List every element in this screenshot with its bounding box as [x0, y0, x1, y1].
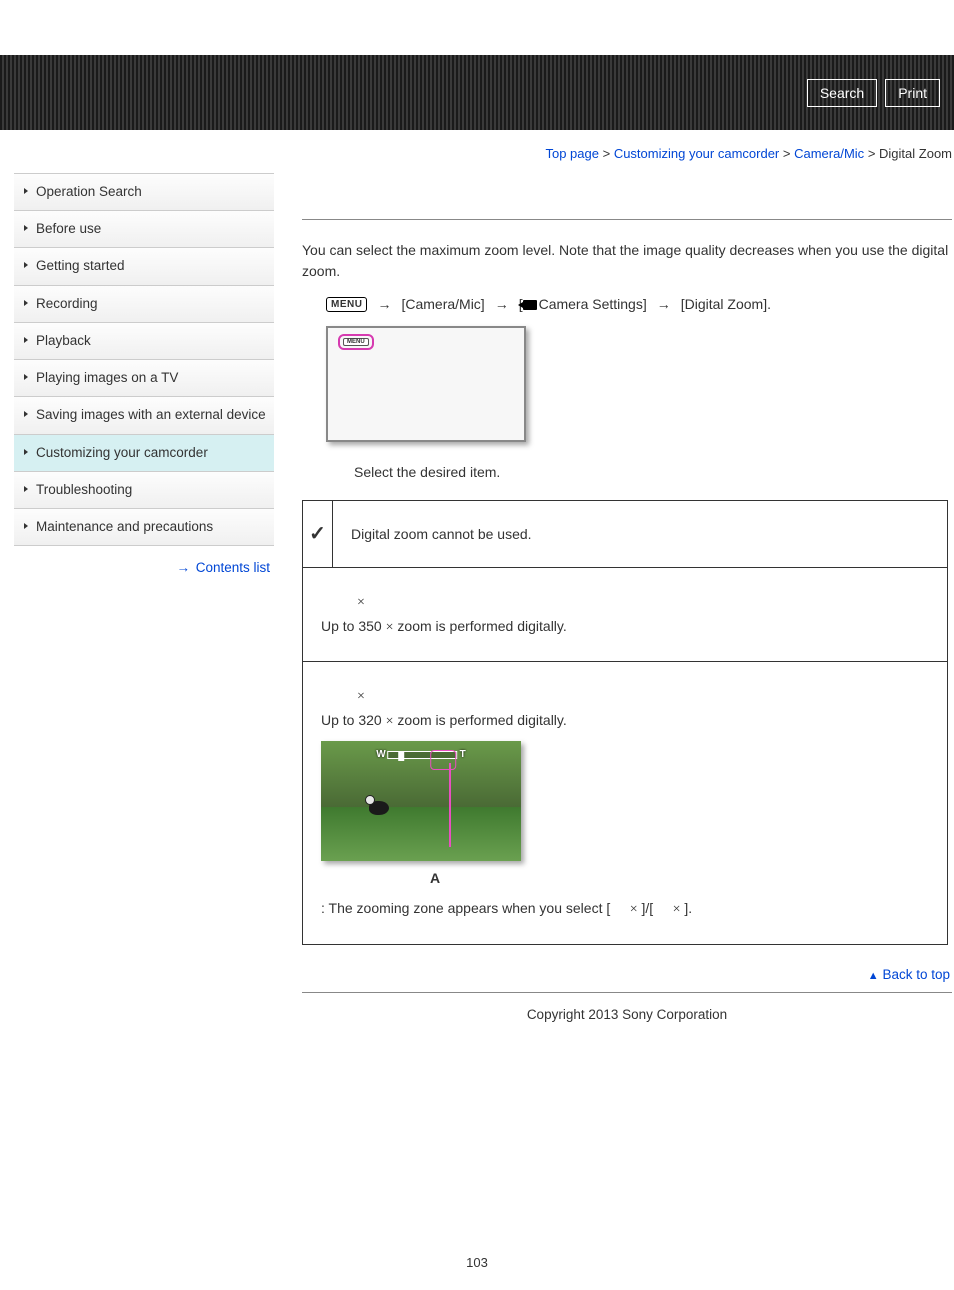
menu-highlight: MENU	[338, 334, 374, 350]
sidebar-item[interactable]: Recording	[14, 286, 274, 323]
check-icon: ✓	[309, 523, 326, 545]
zoom-t-label: T	[460, 747, 466, 763]
zoom-w-label: W	[376, 747, 385, 763]
sidebar: Operation SearchBefore useGetting starte…	[14, 173, 274, 575]
sidebar-item[interactable]: Before use	[14, 211, 274, 248]
zoom-zone-highlight	[431, 750, 457, 770]
breadcrumb: Top page > Customizing your camcorder > …	[0, 130, 954, 161]
page-number: 103	[0, 1255, 954, 1270]
divider	[302, 219, 952, 220]
arrow-right-icon: →	[495, 296, 509, 312]
lcd-screenshot: MENU	[326, 326, 526, 442]
arrow-right-icon: →	[377, 296, 391, 312]
times-icon: ×	[357, 595, 365, 610]
intro-text: You can select the maximum zoom level. N…	[302, 240, 952, 282]
sidebar-item[interactable]: Saving images with an external device	[14, 397, 274, 434]
option-off: Digital zoom cannot be used.	[333, 501, 948, 568]
table-row: × Up to 350 × zoom is performed digitall…	[303, 568, 948, 662]
menu-path-seg: [Digital Zoom].	[681, 296, 771, 312]
search-button[interactable]: Search	[807, 79, 877, 107]
print-button[interactable]: Print	[885, 79, 940, 107]
sidebar-item[interactable]: Getting started	[14, 248, 274, 285]
back-to-top-link[interactable]: Back to top	[882, 967, 950, 982]
menu-path: MENU → [Camera/Mic] → [Camera Settings] …	[302, 296, 952, 312]
breadcrumb-camera-mic[interactable]: Camera/Mic	[794, 146, 864, 161]
a-label: A	[335, 867, 535, 889]
sidebar-item[interactable]: Customizing your camcorder	[14, 435, 274, 472]
sidebar-item[interactable]: Troubleshooting	[14, 472, 274, 509]
sidebar-item[interactable]: Maintenance and precautions	[14, 509, 274, 546]
breadcrumb-current: Digital Zoom	[879, 146, 952, 161]
menu-path-seg: [Camera/Mic]	[401, 296, 484, 312]
zoom-note: : The zooming zone appears when you sele…	[321, 897, 929, 921]
sidebar-item[interactable]: Playback	[14, 323, 274, 360]
zoom-preview-image: W T	[321, 741, 521, 861]
arrow-right-icon: →	[176, 560, 190, 575]
option-320x: × Up to 320 × zoom is performed digitall…	[303, 662, 948, 945]
breadcrumb-top[interactable]: Top page	[545, 146, 599, 161]
triangle-up-icon: ▲	[868, 970, 879, 982]
table-row: × Up to 320 × zoom is performed digitall…	[303, 662, 948, 945]
sidebar-item[interactable]: Operation Search	[14, 174, 274, 211]
times-icon: ×	[357, 689, 365, 704]
select-instruction: Select the desired item.	[302, 442, 952, 494]
table-row: ✓ Digital zoom cannot be used.	[303, 501, 948, 568]
option-350x: × Up to 350 × zoom is performed digitall…	[303, 568, 948, 662]
menu-badge-icon: MENU	[343, 338, 369, 346]
header-band: Search Print	[0, 55, 954, 130]
arrow-right-icon: →	[657, 296, 671, 312]
copyright-text: Copyright 2013 Sony Corporation	[302, 1003, 952, 1052]
divider	[302, 992, 952, 993]
sidebar-item[interactable]: Playing images on a TV	[14, 360, 274, 397]
menu-path-seg: [Camera Settings]	[519, 296, 647, 312]
breadcrumb-customizing[interactable]: Customizing your camcorder	[614, 146, 779, 161]
main-content: You can select the maximum zoom level. N…	[274, 167, 954, 1052]
camera-icon	[523, 300, 537, 310]
zoom-bar	[388, 751, 458, 759]
contents-list-link[interactable]: Contents list	[196, 560, 270, 575]
options-table: ✓ Digital zoom cannot be used. × Up to 3…	[302, 500, 948, 945]
menu-badge-icon: MENU	[326, 297, 367, 312]
